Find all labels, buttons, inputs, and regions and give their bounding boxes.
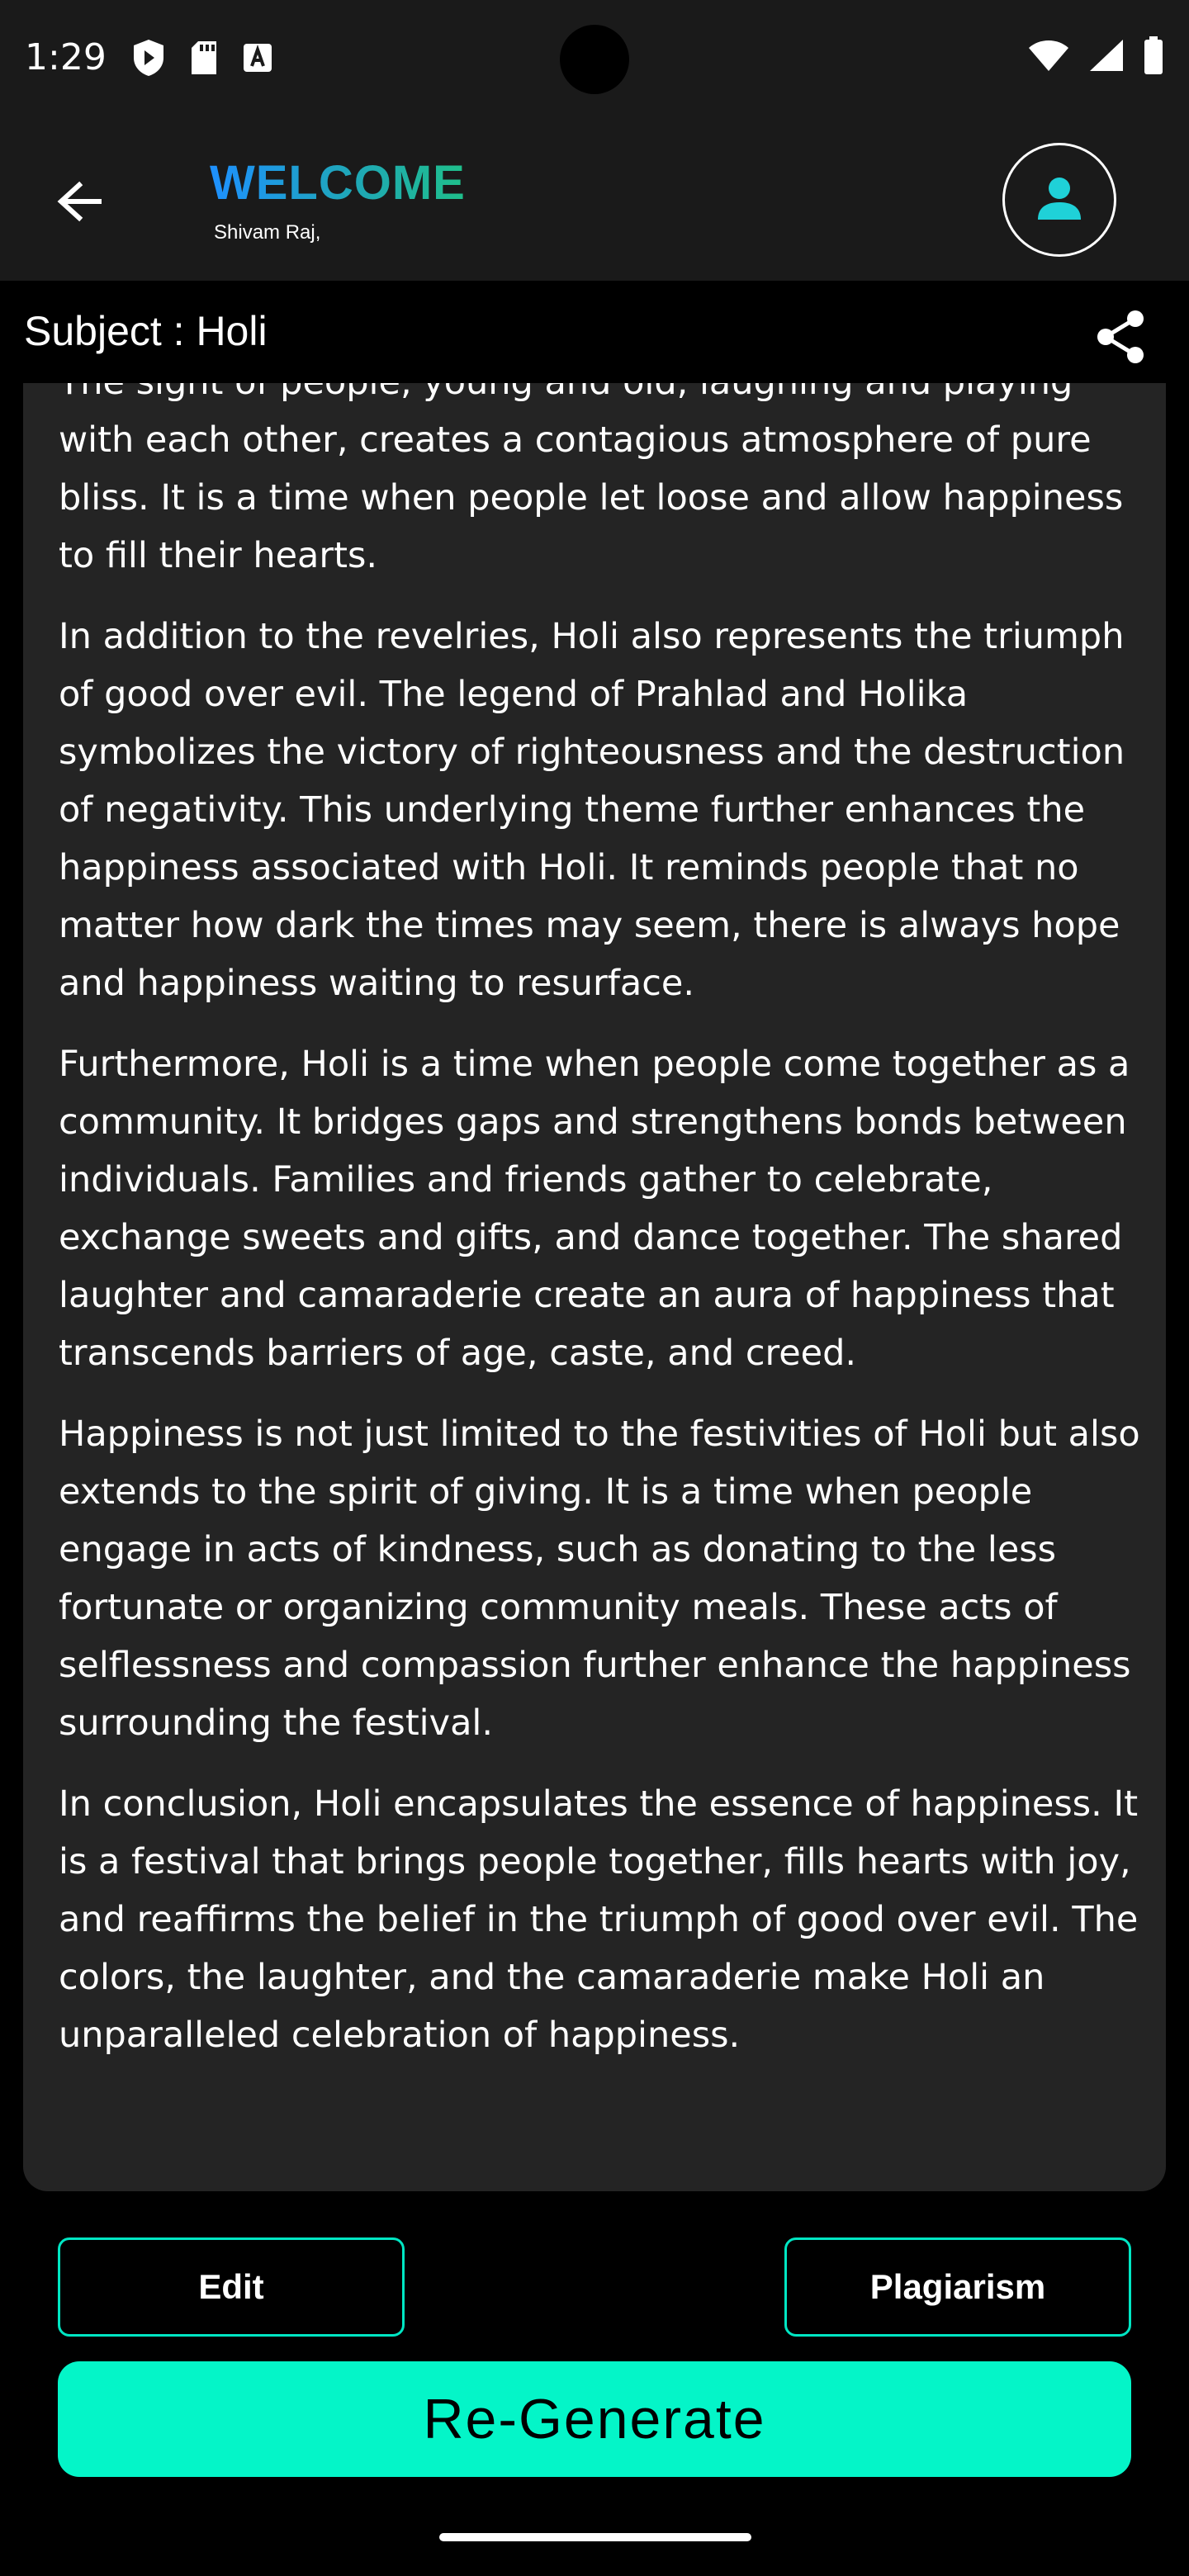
cellular-signal-icon [1088,38,1125,77]
arrow-left-icon [54,177,104,230]
back-button[interactable] [48,172,111,234]
subject-bar: Subject : Holi [0,281,1189,383]
sd-card-icon [188,40,220,80]
essay-content-card[interactable]: The sight of people, young and old, laug… [23,383,1166,2191]
avatar-button[interactable] [1002,143,1116,257]
regenerate-button[interactable]: Re-Generate [58,2361,1131,2477]
battery-icon [1143,36,1164,78]
shield-icon [130,38,167,82]
status-bar: 1:29 [0,0,1189,119]
home-indicator[interactable] [439,2533,751,2541]
person-icon [1035,173,1084,227]
status-system-icons [1027,36,1164,78]
wifi-icon [1027,38,1070,77]
essay-paragraph: Furthermore, Holi is a time when people … [59,1044,1130,1374]
essay-paragraph: Happiness is not just limited to the fes… [59,1413,1140,1744]
essay-paragraph: In addition to the revelries, Holi also … [59,616,1125,1004]
plagiarism-button[interactable]: Plagiarism [784,2237,1131,2337]
app-header: WELCOME Shivam Raj, [0,119,1189,281]
share-icon [1092,308,1150,370]
edit-button[interactable]: Edit [58,2237,405,2337]
status-time: 1:29 [25,36,107,78]
essay-text: The sight of people, young and old, laug… [59,383,1149,2087]
essay-paragraph: The sight of people, young and old, laug… [59,383,1124,576]
share-button[interactable] [1088,305,1154,372]
essay-paragraph: In conclusion, Holi encapsulates the ess… [59,1783,1139,2056]
subject-title: Subject : Holi [24,308,268,354]
welcome-title: WELCOME [210,156,466,210]
text-a-icon [241,41,274,78]
user-name: Shivam Raj, [214,221,321,244]
camera-cutout [560,25,629,94]
status-notification-icons [130,38,274,82]
